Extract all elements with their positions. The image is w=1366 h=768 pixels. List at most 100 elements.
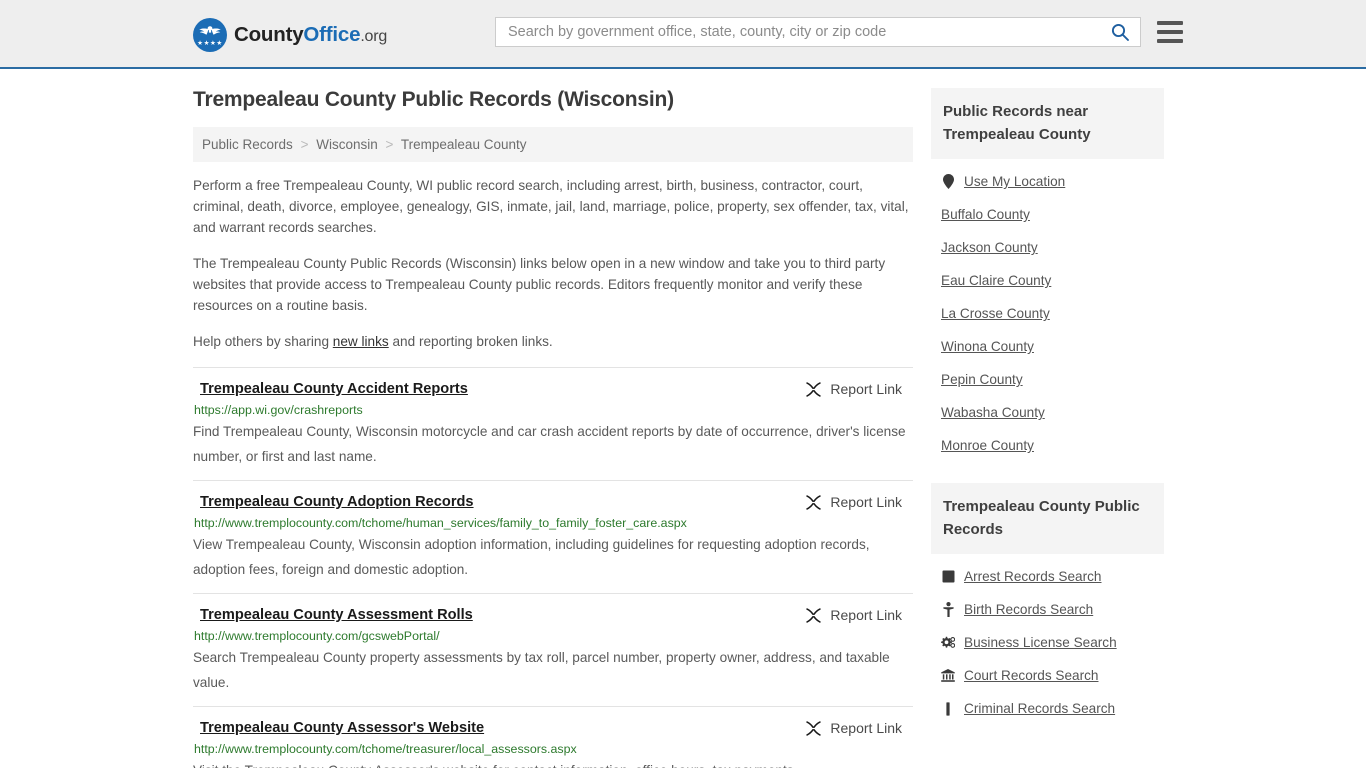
report-link-label: Report Link — [830, 607, 902, 623]
sidebar-county-record-link[interactable]: Criminal Records Search — [964, 701, 1115, 716]
hamburger-bar — [1157, 21, 1183, 25]
result-title-link[interactable]: Trempealeau County Assessment Rolls — [193, 606, 473, 624]
result-header: Trempealeau County Assessment Rolls Repor… — [193, 606, 913, 624]
sidebar-nearby-link[interactable]: Pepin County — [941, 372, 1023, 387]
gears-icon-wrap — [941, 636, 955, 649]
result-header: Trempealeau County Adoption Records Repor… — [193, 493, 913, 511]
sidebar-county-record-item[interactable]: Birth Records Search — [931, 593, 1164, 626]
county-office-seal-icon: ★★★★ — [193, 18, 227, 52]
result-url: http://www.tremplocounty.com/gcswebPorta… — [194, 629, 440, 643]
courthouse-icon-wrap — [941, 669, 955, 682]
intro-p3-pre: Help others by sharing — [193, 334, 333, 349]
sidebar-nearby-item[interactable]: Jackson County — [931, 231, 1164, 264]
logo-wordmark: CountyOffice.org — [234, 23, 387, 47]
broken-link-icon — [806, 607, 822, 623]
report-link-label: Report Link — [830, 494, 902, 510]
intro-paragraph-2: The Trempealeau County Public Records (W… — [193, 256, 886, 313]
sidebar-nearby-item[interactable]: Monroe County — [931, 429, 1164, 462]
sidebar-nearby-link[interactable]: Jackson County — [941, 240, 1038, 255]
report-link-button[interactable]: Report Link — [805, 493, 913, 511]
sidebar-county-records-list: Arrest Records Search Birth Records Searc… — [931, 554, 1164, 725]
header-search-zone — [495, 17, 1183, 47]
result-description: Find Trempealeau County, Wisconsin motor… — [193, 424, 906, 464]
result-url: http://www.tremplocounty.com/tchome/trea… — [194, 742, 577, 756]
search-icon — [1111, 23, 1129, 41]
logo-word-office: Office — [303, 23, 361, 46]
breadcrumb-item-wisconsin[interactable]: Wisconsin — [316, 137, 378, 152]
new-links-link[interactable]: new links — [333, 334, 389, 349]
sidebar-county-record-item[interactable]: Criminal Records Search — [931, 692, 1164, 725]
sidebar-nearby-link[interactable]: Use My Location — [964, 174, 1065, 189]
sidebar-county-record-item[interactable]: Business License Search — [931, 626, 1164, 659]
sidebar-nearby-item[interactable]: Wabasha County — [931, 396, 1164, 429]
result-item: Trempealeau County Accident Reports Repor… — [193, 367, 913, 480]
result-description: Search Trempealeau County property asses… — [193, 650, 890, 690]
result-item: Trempealeau County Adoption Records Repor… — [193, 480, 913, 593]
sidebar-county-record-link[interactable]: Court Records Search — [964, 668, 1098, 683]
result-url: https://app.wi.gov/crashreports — [194, 403, 363, 417]
sidebar-county-record-link[interactable]: Business License Search — [964, 635, 1117, 650]
sidebar-nearby-item[interactable]: Winona County — [931, 330, 1164, 363]
report-link-label: Report Link — [830, 381, 902, 397]
sidebar-nearby-list: Use My Location Buffalo County Jackson Cou… — [931, 159, 1164, 462]
report-link-button[interactable]: Report Link — [805, 380, 913, 398]
result-description: View Trempealeau County, Wisconsin adopt… — [193, 537, 870, 577]
broken-link-icon — [806, 381, 822, 397]
sidebar-nearby-item[interactable]: Use My Location — [931, 165, 1164, 198]
intro-text: Perform a free Trempealeau County, WI pu… — [193, 175, 913, 352]
search-box[interactable] — [495, 17, 1141, 47]
result-url: http://www.tremplocounty.com/tchome/huma… — [194, 516, 687, 530]
sidebar-heading-nearby: Public Records near Trempealeau County — [931, 88, 1164, 159]
hamburger-menu-icon[interactable] — [1157, 21, 1183, 43]
hamburger-bar — [1157, 30, 1183, 34]
sidebar-heading-county-records: Trempealeau County Public Records — [931, 483, 1164, 554]
report-link-button[interactable]: Report Link — [805, 606, 913, 624]
logo-word-org: .org — [360, 28, 388, 45]
results-list: Trempealeau County Accident Reports Repor… — [193, 367, 913, 768]
page-body: Trempealeau County Public Records (Wisco… — [0, 69, 1366, 768]
map-pin-icon-wrap — [941, 174, 955, 189]
baby-icon — [942, 602, 954, 617]
result-item: Trempealeau County Assessor's Website Rep… — [193, 706, 913, 768]
fingerprint-card-icon-wrap — [941, 570, 955, 583]
result-description: Visit the Trempealeau County Assessor's … — [193, 758, 913, 768]
eagle-icon — [199, 26, 221, 35]
report-link-button[interactable]: Report Link — [805, 719, 913, 737]
gavel-icon-wrap — [941, 701, 955, 716]
intro-paragraph-3: Help others by sharing new links and rep… — [193, 331, 913, 352]
sidebar-nearby-link[interactable]: La Crosse County — [941, 306, 1050, 321]
main-column: Trempealeau County Public Records (Wisco… — [193, 88, 913, 768]
site-header: ★★★★ CountyOffice.org — [0, 0, 1366, 69]
intro-p3-post: and reporting broken links. — [388, 334, 553, 349]
result-title-link[interactable]: Trempealeau County Assessor's Website — [193, 719, 484, 737]
breadcrumb-item-current: Trempealeau County — [400, 137, 527, 152]
sidebar-nearby-item[interactable]: Pepin County — [931, 363, 1164, 396]
sidebar-nearby-link[interactable]: Monroe County — [941, 438, 1034, 453]
sidebar-county-record-item[interactable]: Arrest Records Search — [931, 560, 1164, 593]
sidebar-county-record-link[interactable]: Arrest Records Search — [964, 569, 1102, 584]
sidebar-nearby-link[interactable]: Eau Claire County — [941, 273, 1051, 288]
page-title: Trempealeau County Public Records (Wisco… — [193, 88, 674, 111]
sidebar-nearby-link[interactable]: Wabasha County — [941, 405, 1045, 420]
search-input[interactable] — [506, 23, 1108, 41]
sidebar-county-record-link[interactable]: Birth Records Search — [964, 602, 1093, 617]
result-title-link[interactable]: Trempealeau County Accident Reports — [193, 380, 468, 398]
fingerprint-card-icon — [942, 570, 954, 583]
result-item: Trempealeau County Assessment Rolls Repor… — [193, 593, 913, 706]
breadcrumb-item-public-records[interactable]: Public Records — [202, 137, 293, 152]
sidebar-county-record-item[interactable]: Court Records Search — [931, 659, 1164, 692]
search-button[interactable] — [1108, 22, 1132, 42]
sidebar-nearby-item[interactable]: La Crosse County — [931, 297, 1164, 330]
broken-link-icon — [806, 720, 822, 736]
sidebar-nearby-item[interactable]: Eau Claire County — [931, 264, 1164, 297]
sidebar-nearby-item[interactable]: Buffalo County — [931, 198, 1164, 231]
gavel-icon — [946, 701, 950, 716]
breadcrumb-separator: > — [300, 137, 309, 152]
sidebar-nearby-link[interactable]: Buffalo County — [941, 207, 1030, 222]
logo-word-county: County — [234, 23, 304, 46]
intro-paragraph-1: Perform a free Trempealeau County, WI pu… — [193, 178, 909, 235]
content-container: Trempealeau County Public Records (Wisco… — [193, 69, 1173, 768]
sidebar-nearby-link[interactable]: Winona County — [941, 339, 1034, 354]
result-title-link[interactable]: Trempealeau County Adoption Records — [193, 493, 474, 511]
site-logo[interactable]: ★★★★ CountyOffice.org — [193, 18, 387, 52]
